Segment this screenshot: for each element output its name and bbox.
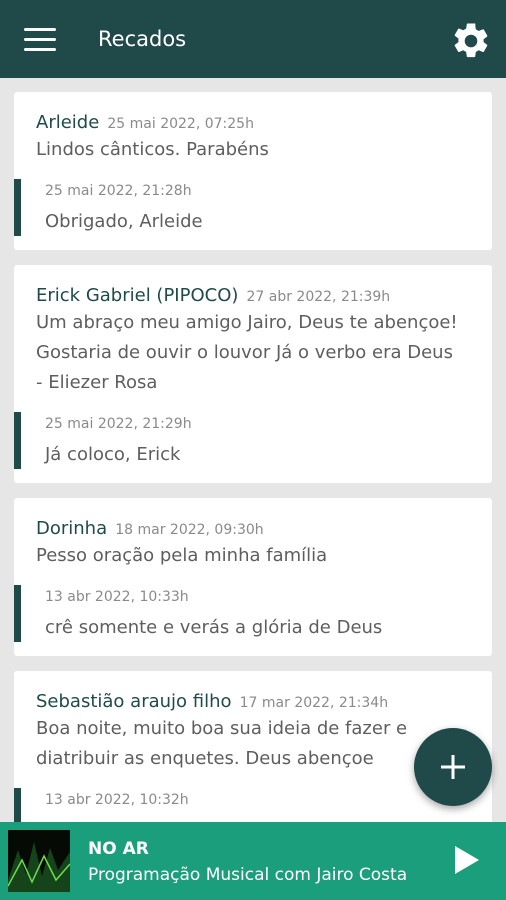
reply-text: Já coloco, Erick (45, 444, 181, 465)
radio-player-bar[interactable]: NO AR Programação Musical com Jairo Cost… (0, 822, 506, 900)
message-line: Um abraço meu amigo Jairo, Deus te abenç… (36, 312, 458, 333)
play-icon[interactable] (452, 844, 482, 876)
message-author: Erick Gabriel (PIPOCO) (36, 285, 239, 306)
message-author: Sebastião araujo filho (36, 691, 232, 712)
message-reply: 25 mai 2022, 21:29h Já coloco, Erick (14, 412, 492, 469)
add-message-button[interactable] (414, 728, 492, 806)
reply-date: 25 mai 2022, 21:29h (45, 416, 192, 432)
message-line: diatribuir as enquetes. Deus abençoe (36, 748, 374, 769)
message-card: Arleide 25 mai 2022, 07:25h Lindos cânti… (14, 92, 492, 250)
message-text: Pesso oração pela minha família (36, 545, 328, 566)
reply-date: 25 mai 2022, 21:28h (45, 183, 192, 199)
station-logo-art (8, 830, 70, 892)
message-reply: 25 mai 2022, 21:28h Obrigado, Arleide (14, 179, 492, 236)
message-date: 25 mai 2022, 07:25h (107, 116, 254, 132)
gear-icon[interactable] (450, 20, 492, 62)
message-date: 18 mar 2022, 09:30h (115, 522, 264, 538)
page-title: Recados (98, 27, 187, 51)
message-reply: 13 abr 2022, 10:32h (14, 788, 492, 822)
message-date: 27 abr 2022, 21:39h (246, 289, 391, 305)
messages-list[interactable]: Arleide 25 mai 2022, 07:25h Lindos cânti… (14, 92, 492, 822)
message-date: 17 mar 2022, 21:34h (239, 695, 389, 711)
app-bar: Recados (0, 0, 506, 78)
reply-text: crê somente e verás a glória de Deus (45, 617, 383, 638)
message-text: Um abraço meu amigo Jairo, Deus te abenç… (14, 308, 492, 398)
message-card: Dorinha 18 mar 2022, 09:30h Pesso oração… (14, 498, 492, 656)
message-line: - Eliezer Rosa (36, 372, 158, 393)
reply-date: 13 abr 2022, 10:33h (45, 589, 189, 605)
message-author: Dorinha (36, 518, 108, 539)
message-card: Erick Gabriel (PIPOCO) 27 abr 2022, 21:3… (14, 265, 492, 483)
message-text: Lindos cânticos. Parabéns (36, 139, 269, 160)
station-logo (8, 830, 70, 892)
message-line: Boa noite, muito boa sua ideia de fazer … (36, 718, 408, 739)
menu-icon[interactable] (24, 28, 56, 52)
program-title: Programação Musical com Jairo Costa (88, 865, 408, 885)
message-reply: 13 abr 2022, 10:33h crê somente e verás … (14, 585, 492, 642)
message-line: Gostaria de ouvir o louvor Já o verbo er… (36, 342, 453, 363)
message-author: Arleide (36, 112, 100, 133)
live-status: NO AR (88, 839, 149, 859)
plus-icon (441, 755, 465, 779)
reply-text: Obrigado, Arleide (45, 211, 203, 232)
